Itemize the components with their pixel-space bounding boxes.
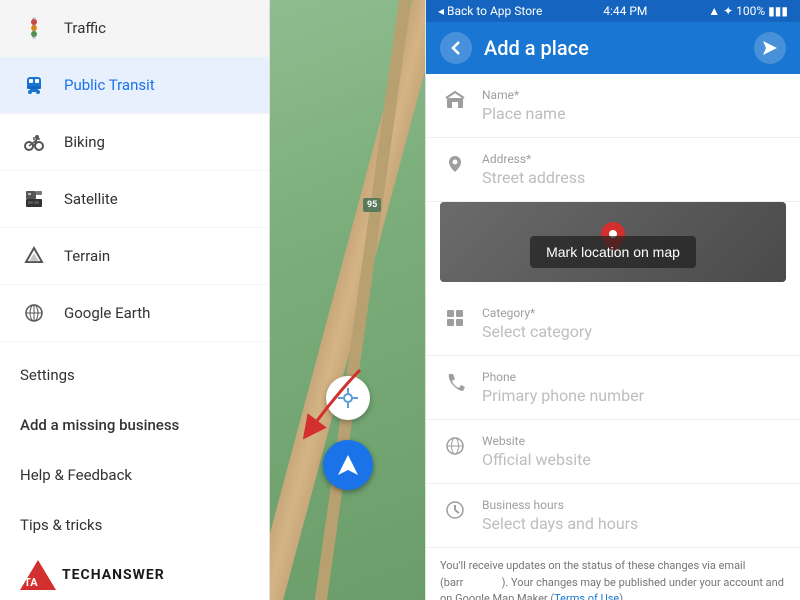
phone-status-bar: ◂ Back to App Store 4:44 PM ▲ ✦ 100% ▮▮▮ [426, 0, 800, 22]
website-icon [440, 434, 470, 456]
address-label: Address* [482, 152, 786, 166]
earth-icon [20, 299, 48, 327]
hours-placeholder: Select days and hours [482, 514, 786, 533]
name-label: Name* [482, 88, 786, 102]
logo-icon: TA [20, 560, 56, 590]
category-label: Category* [482, 306, 786, 320]
add-missing-business-item[interactable]: Add a missing business [0, 400, 269, 450]
biking-icon [20, 128, 48, 156]
send-icon [761, 39, 779, 57]
map-preview[interactable]: Mark location on map [440, 202, 786, 282]
public-transit-label: Public Transit [64, 76, 155, 94]
location-icon [336, 386, 360, 410]
menu-item-google-earth[interactable]: Google Earth [0, 285, 269, 342]
left-menu-panel: Traffic Public Transit [0, 0, 270, 600]
menu-item-terrain[interactable]: Terrain [0, 228, 269, 285]
address-placeholder: Street address [482, 168, 786, 187]
category-row: Category* Select category [426, 292, 800, 356]
menu-item-traffic[interactable]: Traffic [0, 0, 269, 57]
clock-svg [445, 500, 465, 520]
tips-tricks-item[interactable]: Tips & tricks [0, 500, 269, 550]
website-field-container[interactable]: Website Official website [482, 434, 786, 469]
hours-label: Business hours [482, 498, 786, 512]
website-placeholder: Official website [482, 450, 786, 469]
footer-message: You'll receive updates on the status of … [440, 559, 784, 600]
help-feedback-label: Help & Feedback [20, 466, 132, 484]
transit-icon [20, 71, 48, 99]
website-row: Website Official website [426, 420, 800, 484]
pin-icon [440, 152, 470, 174]
nav-icon [335, 452, 361, 478]
menu-item-satellite[interactable]: Satellite [0, 171, 269, 228]
menu-item-public-transit[interactable]: Public Transit [0, 57, 269, 114]
status-time: 4:44 PM [603, 4, 647, 18]
name-field-container[interactable]: Name* Place name [482, 88, 786, 123]
category-icon [440, 306, 470, 328]
hours-row: Business hours Select days and hours [426, 484, 800, 548]
pin-svg [445, 154, 465, 174]
google-earth-label: Google Earth [64, 304, 150, 322]
store-icon [440, 88, 470, 110]
footer-text: You'll receive updates on the status of … [426, 548, 800, 600]
form-content: Name* Place name Address* Street address [426, 74, 800, 600]
map-road-main [270, 0, 425, 600]
back-button[interactable] [440, 32, 472, 64]
name-row: Name* Place name [426, 74, 800, 138]
name-placeholder: Place name [482, 104, 786, 123]
add-missing-business-label: Add a missing business [20, 416, 179, 434]
techanswer-logo: TA TECHANSWER [20, 560, 165, 590]
phone-field-container[interactable]: Phone Primary phone number [482, 370, 786, 405]
location-button[interactable] [326, 376, 370, 420]
traffic-icon [20, 14, 48, 42]
satellite-label: Satellite [64, 190, 118, 208]
svg-text:TA: TA [24, 576, 38, 589]
right-phone-panel: ◂ Back to App Store 4:44 PM ▲ ✦ 100% ▮▮▮… [425, 0, 800, 600]
address-field-container[interactable]: Address* Street address [482, 152, 786, 187]
hours-field-container[interactable]: Business hours Select days and hours [482, 498, 786, 533]
phone-icon [440, 370, 470, 392]
map-background: 95 [270, 0, 425, 600]
back-icon [447, 39, 465, 57]
traffic-label: Traffic [64, 19, 106, 37]
phone-row: Phone Primary phone number [426, 356, 800, 420]
navigation-button[interactable] [323, 440, 373, 490]
menu-item-biking[interactable]: Biking [0, 114, 269, 171]
store-svg [445, 90, 465, 110]
category-svg [445, 308, 465, 328]
mark-location-button[interactable]: Mark location on map [530, 236, 696, 268]
logo-text: TECHANSWER [62, 567, 165, 583]
biking-label: Biking [64, 133, 105, 151]
phone-label: Phone [482, 370, 786, 384]
terrain-label: Terrain [64, 247, 110, 265]
phone-header: Add a place [426, 22, 800, 74]
clock-icon [440, 498, 470, 520]
help-feedback-item[interactable]: Help & Feedback [0, 450, 269, 500]
terms-of-use-link[interactable]: Terms of Use [554, 592, 619, 600]
logo-area: TA TECHANSWER [0, 550, 269, 600]
terrain-icon [20, 242, 48, 270]
send-button[interactable] [754, 32, 786, 64]
status-battery: ▲ ✦ 100% ▮▮▮ [708, 4, 788, 18]
back-to-appstore[interactable]: ◂ Back to App Store [438, 4, 542, 18]
phone-svg [445, 372, 465, 392]
settings-item[interactable]: Settings [0, 350, 269, 400]
website-label: Website [482, 434, 786, 448]
phone-placeholder: Primary phone number [482, 386, 786, 405]
tips-tricks-label: Tips & tricks [20, 516, 102, 534]
address-row: Address* Street address [426, 138, 800, 202]
category-placeholder: Select category [482, 322, 786, 341]
map-panel: 95 [270, 0, 425, 600]
settings-label: Settings [20, 366, 75, 384]
category-field-container[interactable]: Category* Select category [482, 306, 786, 341]
map-sign: 95 [363, 198, 381, 212]
satellite-icon [20, 185, 48, 213]
page-title: Add a place [484, 36, 754, 60]
website-svg [445, 436, 465, 456]
